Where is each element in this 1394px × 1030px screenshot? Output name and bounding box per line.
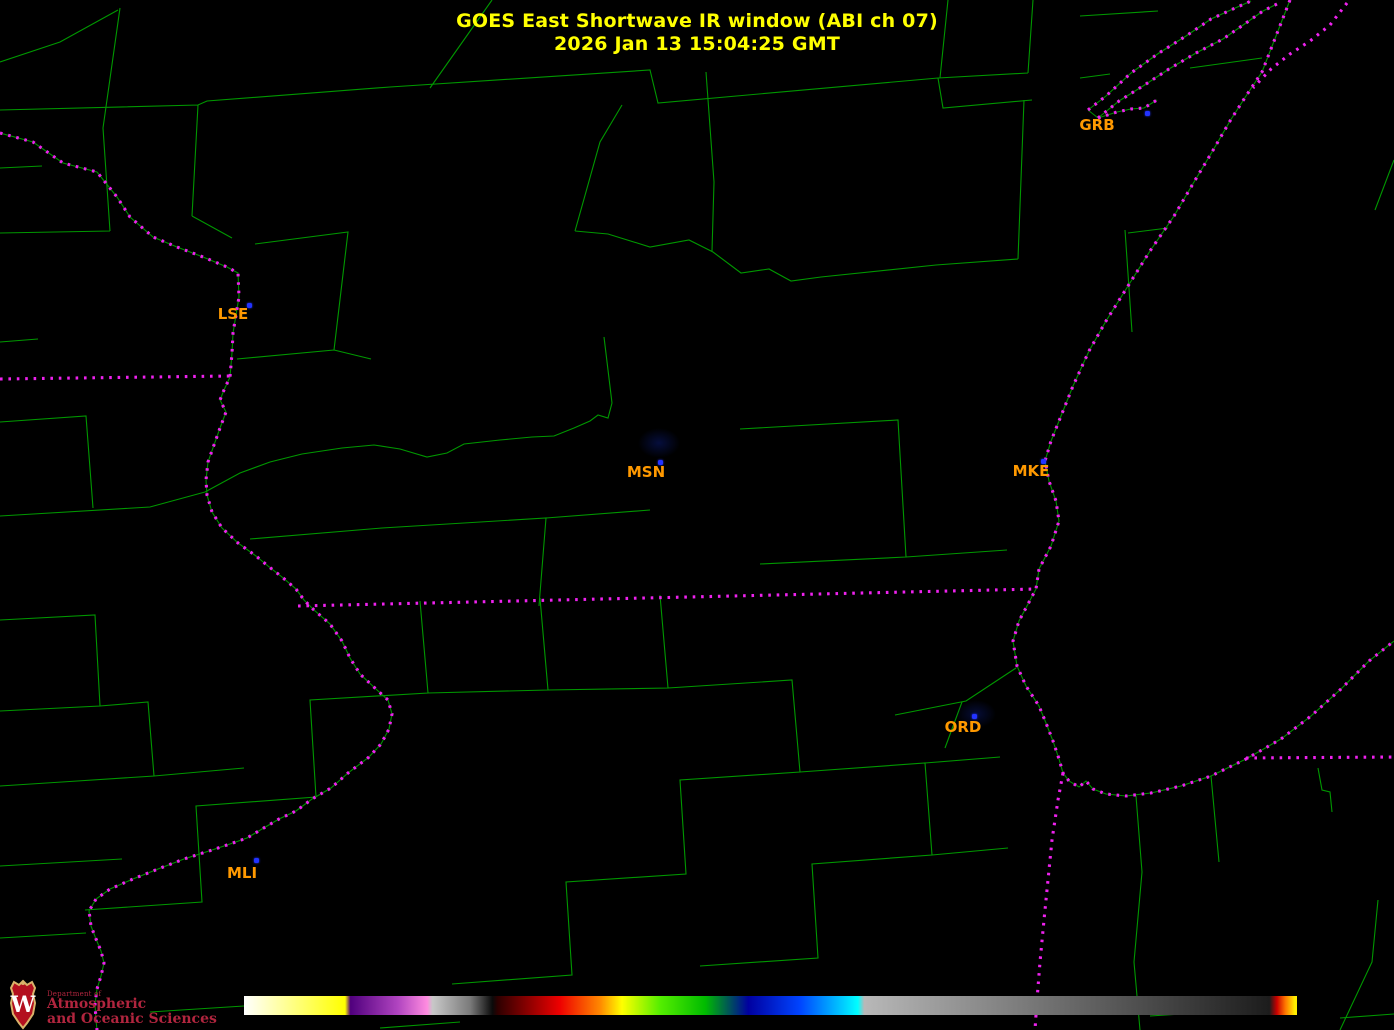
title-line-1: GOES East Shortwave IR window (ABI ch 07… — [0, 10, 1394, 33]
station-dot-grb — [1145, 111, 1150, 116]
station-label-mke: MKE — [1013, 462, 1050, 480]
uw-crest-icon: W — [6, 979, 40, 1030]
state-boundaries-dotted — [0, 0, 1394, 1030]
satellite-image-viewer: GOES East Shortwave IR window (ABI ch 07… — [0, 0, 1394, 1030]
station-label-msn: MSN — [627, 463, 665, 481]
title-line-2: 2026 Jan 13 15:04:25 GMT — [0, 33, 1394, 56]
image-title: GOES East Shortwave IR window (ABI ch 07… — [0, 10, 1394, 56]
map-canvas — [0, 0, 1394, 1030]
temperature-colorbar — [244, 996, 1297, 1015]
county-boundaries — [0, 0, 1394, 1030]
station-label-lse: LSE — [218, 305, 249, 323]
station-label-mli: MLI — [227, 864, 257, 882]
logo-line-1: Atmospheric — [47, 996, 146, 1012]
uw-aos-logo: W Department of Atmospheric and Oceanic … — [6, 979, 236, 1030]
shoreline-green — [0, 0, 1394, 1030]
crest-letter: W — [10, 992, 36, 1018]
station-label-grb: GRB — [1079, 116, 1114, 134]
station-label-ord: ORD — [945, 718, 982, 736]
station-dot-mli — [254, 858, 259, 863]
logo-line-2: and Oceanic Sciences — [47, 1011, 217, 1027]
